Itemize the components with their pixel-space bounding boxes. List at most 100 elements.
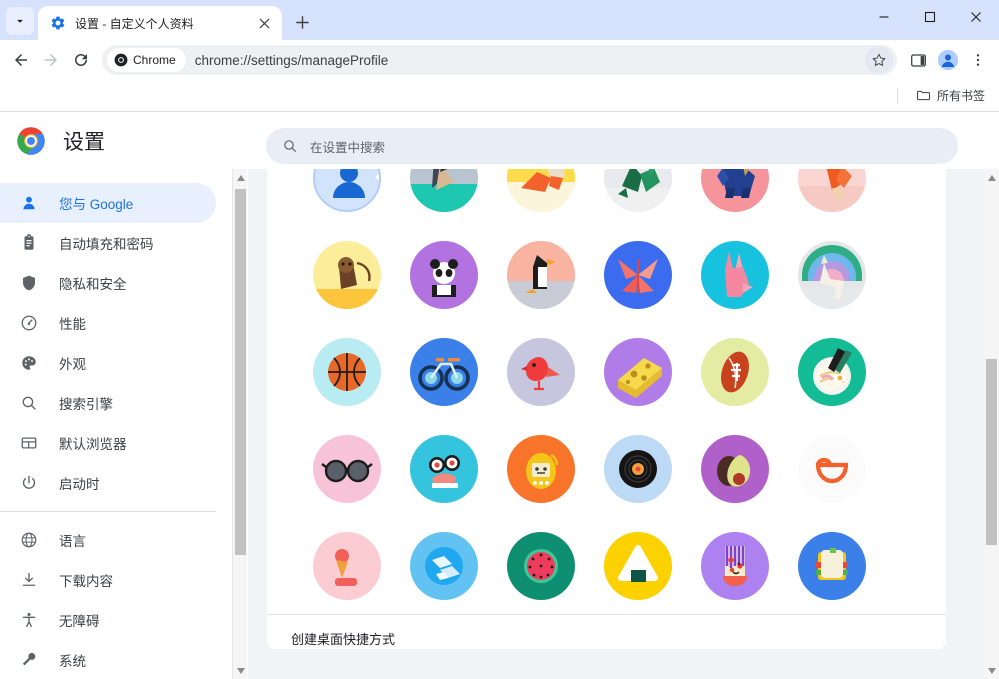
watermelon-avatar[interactable] xyxy=(507,532,575,600)
browser-menu-button[interactable] xyxy=(963,45,993,75)
caret-down-icon xyxy=(237,668,245,674)
bird-avatar[interactable] xyxy=(507,338,575,406)
ice-cream-avatar[interactable] xyxy=(313,532,381,600)
content-scroll-down-button[interactable] xyxy=(984,662,999,679)
content-scroll-up-button[interactable] xyxy=(984,169,999,186)
power-icon xyxy=(19,473,39,493)
star-icon xyxy=(871,52,887,68)
sidebar-item-downloads[interactable]: 下载内容 xyxy=(0,560,216,600)
sidebar-divider xyxy=(0,511,216,512)
avatar-cell xyxy=(604,420,672,517)
butterfly-origami-avatar[interactable] xyxy=(604,241,672,309)
sushi-avatar[interactable] xyxy=(410,435,478,503)
sidebar-item-on-startup[interactable]: 启动时 xyxy=(0,463,216,503)
caret-up-icon xyxy=(988,175,996,181)
fox-red-origami-avatar[interactable] xyxy=(798,169,866,212)
avatar-cell xyxy=(410,323,478,420)
download-icon xyxy=(19,570,39,590)
sidebar-scrollbar-thumb[interactable] xyxy=(235,189,246,555)
all-bookmarks-button[interactable]: 所有书签 xyxy=(910,84,991,107)
unicorn-origami-avatar[interactable] xyxy=(798,241,866,309)
settings-search-input[interactable]: 在设置中搜索 xyxy=(266,128,958,164)
avatar-cell xyxy=(313,226,381,323)
avatar-picker-card: 创建桌面快捷方式 xyxy=(267,169,946,649)
popcorn-avatar[interactable] xyxy=(701,532,769,600)
all-bookmarks-label: 所有书签 xyxy=(937,87,985,104)
tab-search-button[interactable] xyxy=(6,7,34,35)
bicycle-avatar[interactable] xyxy=(410,338,478,406)
avatar-cell xyxy=(410,169,478,226)
avocado-avatar[interactable] xyxy=(701,435,769,503)
browser-tab[interactable]: 设置 - 自定义个人资料 xyxy=(38,6,282,40)
tamagotchi-avatar[interactable] xyxy=(507,435,575,503)
maximize-button[interactable] xyxy=(907,0,953,34)
sidebar-item-you-and-google[interactable]: 您与 Google xyxy=(0,183,216,223)
fox-origami-avatar[interactable] xyxy=(507,169,575,212)
sidebar-item-autofill-passwords[interactable]: 自动填充和密码 xyxy=(0,223,216,263)
profile-button[interactable] xyxy=(933,45,963,75)
dog-origami-avatar[interactable] xyxy=(410,169,478,212)
clipboard-icon xyxy=(19,233,39,253)
avatar-cell xyxy=(701,323,769,420)
penguin-origami-avatar[interactable] xyxy=(507,241,575,309)
default-person-avatar[interactable] xyxy=(313,169,381,212)
back-button[interactable] xyxy=(6,45,36,75)
sidebar-item-label: 自动填充和密码 xyxy=(59,233,154,253)
settings-body: 您与 Google 自动填充和密码 xyxy=(0,169,999,679)
basketball-avatar[interactable] xyxy=(313,338,381,406)
sidebar-item-languages[interactable]: 语言 xyxy=(0,520,216,560)
sidebar-item-label: 系统 xyxy=(59,650,86,670)
rabbit-origami-avatar[interactable] xyxy=(701,241,769,309)
sidebar-item-search-engine[interactable]: 搜索引擎 xyxy=(0,383,216,423)
sidebar-item-label: 下载内容 xyxy=(59,570,113,590)
new-tab-button[interactable] xyxy=(288,8,316,36)
wrench-icon xyxy=(19,650,39,670)
avatar-cell xyxy=(798,517,866,614)
minimize-button[interactable] xyxy=(861,0,907,34)
chrome-chip-label: Chrome xyxy=(133,53,176,67)
bookmark-star-button[interactable] xyxy=(865,46,893,74)
three-dot-menu-icon xyxy=(970,52,986,68)
content-scrollbar[interactable] xyxy=(984,169,999,679)
forward-button[interactable] xyxy=(36,45,66,75)
noodles-avatar[interactable] xyxy=(798,338,866,406)
content-scrollbar-thumb[interactable] xyxy=(986,359,997,545)
onigiri-avatar[interactable] xyxy=(604,532,672,600)
sidebar-item-system[interactable]: 系统 xyxy=(0,640,216,679)
settings-main-content: 创建桌面快捷方式 xyxy=(248,169,984,679)
vinyl-record-avatar[interactable] xyxy=(604,435,672,503)
sidebar-item-performance[interactable]: 性能 xyxy=(0,303,216,343)
tab-close-button[interactable] xyxy=(254,13,274,33)
sidebar-scroll-down-button[interactable] xyxy=(233,662,248,679)
avatar-cell xyxy=(798,420,866,517)
panda-origami-avatar[interactable] xyxy=(410,241,478,309)
side-panel-button[interactable] xyxy=(903,45,933,75)
cheese-avatar[interactable] xyxy=(604,338,672,406)
sidebar-item-default-browser[interactable]: 默认浏览器 xyxy=(0,423,216,463)
dinosaur-origami-avatar[interactable] xyxy=(604,169,672,212)
avatar-grid xyxy=(267,169,946,614)
avatar-cell xyxy=(313,517,381,614)
avatar-cell xyxy=(410,226,478,323)
football-avatar[interactable] xyxy=(701,338,769,406)
sidebar-scrollbar[interactable] xyxy=(232,169,247,679)
elephant-origami-avatar[interactable] xyxy=(701,169,769,212)
caret-down-icon xyxy=(988,668,996,674)
sidebar-item-appearance[interactable]: 外观 xyxy=(0,343,216,383)
plus-icon xyxy=(295,15,310,30)
sunglasses-avatar[interactable] xyxy=(313,435,381,503)
address-bar[interactable]: Chrome chrome://settings/manageProfile xyxy=(102,45,897,75)
ice-cubes-avatar[interactable] xyxy=(410,532,478,600)
sidebar-item-accessibility[interactable]: 无障碍 xyxy=(0,600,216,640)
accessibility-icon xyxy=(19,610,39,630)
reload-button[interactable] xyxy=(66,45,96,75)
sidebar-scroll-up-button[interactable] xyxy=(233,169,248,186)
close-window-button[interactable] xyxy=(953,0,999,34)
sidebar-item-label: 隐私和安全 xyxy=(59,273,127,293)
monkey-origami-avatar[interactable] xyxy=(313,241,381,309)
bowl-avatar[interactable] xyxy=(798,435,866,503)
sidebar-item-label: 搜索引擎 xyxy=(59,393,113,413)
sidebar-item-privacy-security[interactable]: 隐私和安全 xyxy=(0,263,216,303)
sandwich-avatar[interactable] xyxy=(798,532,866,600)
page-title: 设置 xyxy=(63,126,105,156)
